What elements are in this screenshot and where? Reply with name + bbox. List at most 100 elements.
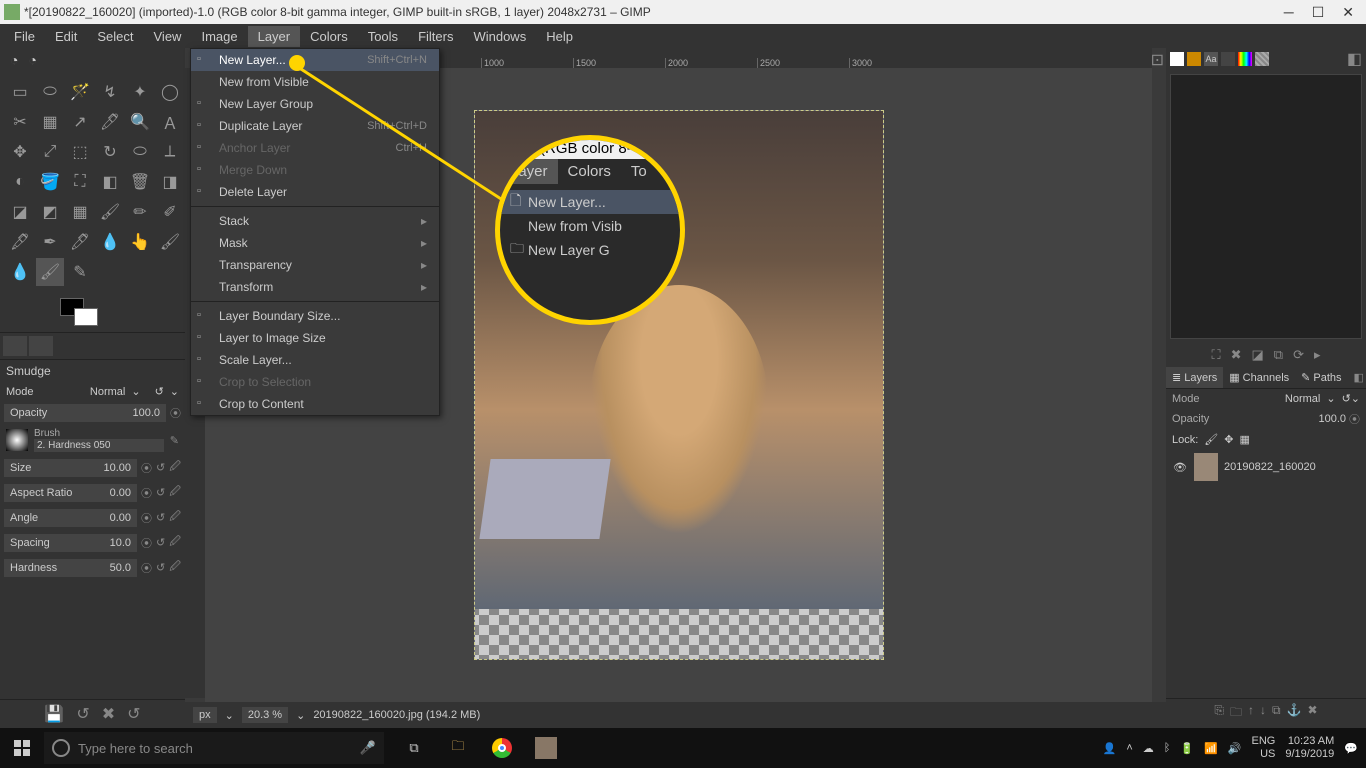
chevron-down-icon[interactable]: ⌄ — [225, 709, 234, 722]
panel-menu-icon[interactable]: ◧ — [1347, 49, 1362, 69]
tool-29[interactable]: ✐ — [156, 198, 184, 226]
device-status-tab[interactable] — [29, 336, 53, 356]
maximize-button[interactable]: ☐ — [1312, 4, 1325, 21]
menu-item-scale-layer-[interactable]: ▫Scale Layer... — [191, 349, 439, 371]
panel-menu-icon[interactable]: ◧ — [1348, 367, 1366, 388]
close-button[interactable]: ✕ — [1342, 4, 1354, 21]
tool-2[interactable]: 🪄 — [66, 78, 94, 106]
tool-4[interactable]: ✦ — [126, 78, 154, 106]
tool-23[interactable]: ◨ — [156, 168, 184, 196]
reset-icon[interactable]: ↺ — [127, 704, 140, 724]
lower-layer-icon[interactable]: ↓ — [1260, 703, 1266, 724]
fit-icon[interactable]: ⛶ — [1211, 347, 1220, 363]
menu-item-crop-to-content[interactable]: ▫Crop to Content — [191, 393, 439, 415]
spinner-icon[interactable]: ⦿ — [170, 405, 181, 421]
gradient-icon[interactable] — [1238, 52, 1252, 66]
swatch-white[interactable] — [1170, 52, 1184, 66]
menu-layer[interactable]: Layer — [248, 26, 301, 47]
tool-3[interactable]: ↯ — [96, 78, 124, 106]
menu-filters[interactable]: Filters — [408, 26, 463, 47]
menu-item-layer-boundary-size-[interactable]: ▫Layer Boundary Size... — [191, 305, 439, 327]
menu-item-layer-to-image-size[interactable]: ▫Layer to Image Size — [191, 327, 439, 349]
menu-item-new-layer-[interactable]: ▫New Layer...Shift+Ctrl+N — [191, 49, 439, 71]
lock-alpha-icon[interactable]: ▦ — [1239, 433, 1249, 446]
pattern-icon[interactable] — [1255, 52, 1269, 66]
onedrive-icon[interactable]: ☁ — [1143, 742, 1154, 755]
tool-5[interactable]: ◯ — [156, 78, 184, 106]
menu-windows[interactable]: Windows — [463, 26, 536, 47]
tab-layers[interactable]: ≣Layers — [1166, 367, 1223, 388]
brush-name[interactable]: 2. Hardness 050 — [34, 439, 164, 452]
save-preset-icon[interactable]: 💾 — [44, 704, 64, 724]
chevron-down-icon[interactable]: ⌄ — [131, 385, 140, 398]
menu-view[interactable]: View — [144, 26, 192, 47]
duplicate-layer-icon[interactable]: ⧉ — [1272, 703, 1281, 724]
visibility-icon[interactable]: 👁 — [1172, 461, 1188, 474]
delete-layer-icon[interactable]: ✖ — [1308, 703, 1318, 724]
tool-21[interactable]: ◧ — [96, 168, 124, 196]
reset-icon[interactable]: ↺ — [156, 561, 165, 574]
raise-layer-icon[interactable]: ↑ — [1248, 703, 1254, 724]
menu-select[interactable]: Select — [87, 26, 143, 47]
tool-6[interactable]: ✂ — [6, 108, 34, 136]
spacing-slider[interactable]: Spacing10.0 — [4, 534, 137, 552]
menu-tools[interactable]: Tools — [358, 26, 408, 47]
new-group-icon[interactable]: 🗀 — [1230, 703, 1242, 724]
file-explorer-icon[interactable]: 🗀 — [436, 728, 480, 768]
edit-icon[interactable]: ◪ — [1251, 347, 1263, 363]
chevron-down-icon[interactable]: ⌄ — [1351, 392, 1360, 405]
tool-11[interactable]: Ａ — [156, 108, 184, 136]
tool-28[interactable]: ✏ — [126, 198, 154, 226]
mic-icon[interactable]: 🎤 — [360, 740, 376, 756]
tool-20[interactable]: ⛶ — [66, 168, 94, 196]
close-icon[interactable]: ✖ — [1231, 347, 1242, 363]
start-button[interactable] — [0, 728, 44, 768]
chevron-down-icon[interactable]: ⌄ — [170, 385, 179, 398]
tool-32[interactable]: 🖊 — [66, 228, 94, 256]
lock-pixels-icon[interactable]: 🖌 — [1204, 433, 1218, 446]
tool-13[interactable]: ⤢ — [36, 138, 64, 166]
reset-icon[interactable]: ↺ — [1342, 392, 1351, 405]
battery-icon[interactable]: 🔋 — [1180, 742, 1194, 755]
anchor-layer-icon[interactable]: ⚓ — [1287, 703, 1302, 724]
tool-7[interactable]: ▦ — [36, 108, 64, 136]
tool-12[interactable]: ✥ — [6, 138, 34, 166]
link-icon[interactable]: 🖉 — [169, 533, 181, 552]
menu-colors[interactable]: Colors — [300, 26, 358, 47]
volume-icon[interactable]: 🔊 — [1228, 742, 1242, 755]
reset-icon[interactable]: ↺ — [156, 511, 165, 524]
delete-preset-icon[interactable]: ✖ — [102, 704, 115, 724]
notifications-icon[interactable]: 💬 — [1344, 742, 1358, 755]
tool-1[interactable]: ⬭ — [36, 78, 64, 106]
task-view-icon[interactable]: ⧉ — [392, 728, 436, 768]
tool-33[interactable]: 💧 — [96, 228, 124, 256]
menu-item-mask[interactable]: Mask▸ — [191, 232, 439, 254]
search-box[interactable]: Type here to search 🎤 — [44, 732, 384, 764]
tool-26[interactable]: ▦ — [66, 198, 94, 226]
minimize-button[interactable]: ─ — [1284, 4, 1294, 21]
tool-9[interactable]: 🖊 — [96, 108, 124, 136]
layer-row[interactable]: 👁 20190822_160020 — [1166, 449, 1366, 485]
menu-image[interactable]: Image — [191, 26, 247, 47]
tool-options-tab[interactable] — [3, 336, 27, 356]
layer-name[interactable]: 20190822_160020 — [1224, 461, 1316, 473]
tool-14[interactable]: ⬚ — [66, 138, 94, 166]
tool-24[interactable]: ◪ — [6, 198, 34, 226]
unit-selector[interactable]: px — [193, 707, 217, 723]
opacity-slider[interactable]: Opacity 100.0 — [4, 404, 166, 422]
duplicate-icon[interactable]: ⧉ — [1274, 347, 1283, 363]
zoom-level[interactable]: 20.3 % — [242, 707, 288, 723]
tool-36[interactable]: 💧 — [6, 258, 34, 286]
people-icon[interactable]: 👤 — [1103, 742, 1117, 755]
tool-30[interactable]: 🖋 — [6, 228, 34, 256]
tool-22[interactable]: 🗑 — [126, 168, 154, 196]
gimp-taskbar-icon[interactable] — [524, 728, 568, 768]
lock-position-icon[interactable]: ✥ — [1224, 433, 1233, 446]
more-icon[interactable]: ▸ — [1314, 347, 1321, 363]
new-layer-icon[interactable]: ⎘ — [1214, 703, 1224, 724]
reset-icon[interactable]: ↺ — [156, 461, 165, 474]
link-icon[interactable]: 🖉 — [169, 458, 181, 477]
menu-help[interactable]: Help — [536, 26, 583, 47]
tool-10[interactable]: 🔍 — [126, 108, 154, 136]
menu-item-delete-layer[interactable]: ▫Delete Layer — [191, 181, 439, 203]
